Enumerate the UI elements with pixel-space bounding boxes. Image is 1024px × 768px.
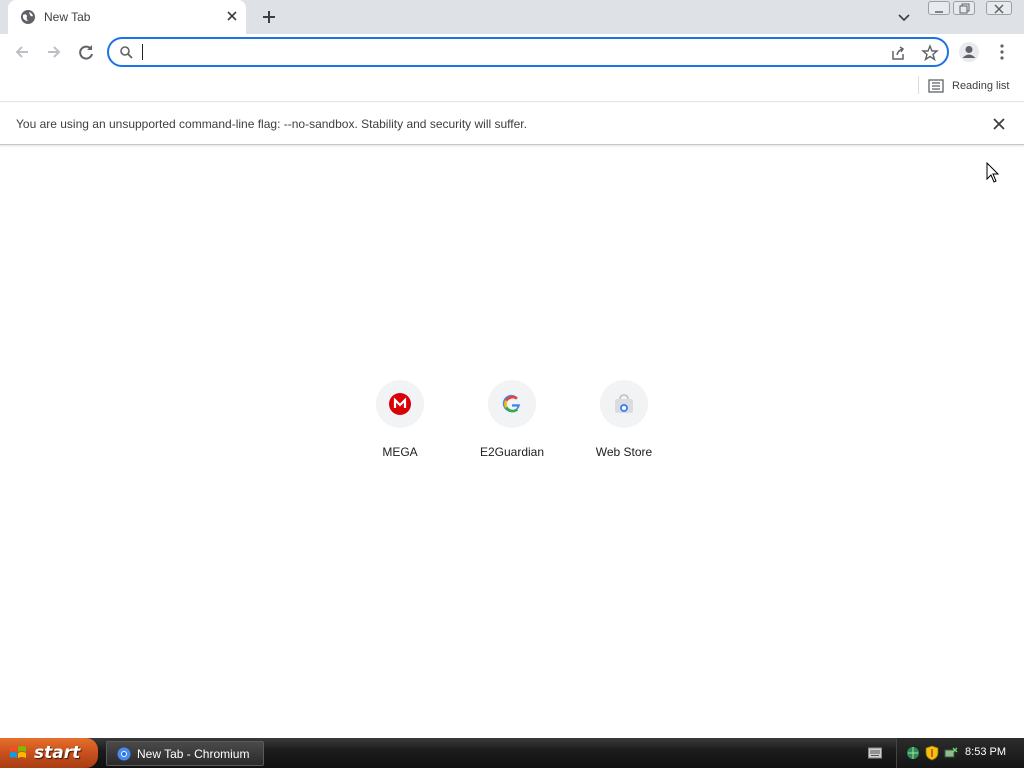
tab-strip: New Tab — [0, 0, 1024, 34]
share-icon[interactable] — [889, 44, 907, 62]
shortcut-label: MEGA — [382, 445, 418, 459]
shortcut-web-store[interactable]: Web Store — [568, 380, 680, 470]
chromium-icon — [117, 747, 131, 760]
taskbar-item-label: New Tab - Chromium — [137, 746, 250, 761]
back-icon[interactable] — [12, 42, 32, 62]
omnibox[interactable] — [107, 37, 949, 67]
close-tab-icon[interactable] — [224, 8, 240, 24]
bookmarks-bar: Reading list — [0, 70, 1024, 102]
bookmarks-separator — [918, 76, 919, 94]
tab-new-tab[interactable]: New Tab — [8, 0, 246, 34]
warning-infobar: You are using an unsupported command-lin… — [0, 103, 1024, 145]
shortcut-e2guardian[interactable]: E2Guardian — [456, 380, 568, 470]
bookmark-star-icon[interactable] — [921, 44, 939, 62]
web-store-icon — [615, 394, 633, 413]
forward-icon[interactable] — [44, 42, 64, 62]
security-shield-icon[interactable] — [925, 745, 939, 761]
tab-search-chevron-icon[interactable] — [896, 9, 912, 25]
address-input[interactable] — [141, 42, 871, 62]
minimize-icon — [935, 11, 943, 13]
keyboard-layout-icon[interactable] — [868, 747, 882, 759]
shortcut-icon-circle — [376, 380, 424, 428]
taskbar-clock: 8:53 PM — [965, 746, 1006, 758]
windows-logo-icon — [10, 746, 26, 758]
close-window-button[interactable] — [986, 1, 1012, 15]
connection-status-icon[interactable] — [943, 745, 959, 761]
restore-icon — [959, 3, 970, 14]
minimize-button[interactable] — [928, 1, 950, 15]
google-icon — [502, 394, 520, 413]
shortcut-icon-circle — [600, 380, 648, 428]
shortcut-icon-circle — [488, 380, 536, 428]
mouse-cursor-icon — [986, 162, 1000, 183]
reading-list-label: Reading list — [952, 80, 1010, 92]
shortcut-mega[interactable]: MEGA — [344, 380, 456, 470]
start-label: start — [34, 743, 81, 763]
reading-list-icon — [928, 79, 944, 93]
close-window-icon — [994, 4, 1004, 14]
taskbar-item-chromium[interactable]: New Tab - Chromium — [106, 741, 264, 766]
system-tray: 8:53 PM — [896, 738, 1024, 768]
shortcut-label: E2Guardian — [479, 445, 545, 459]
close-infobar-icon[interactable] — [991, 116, 1007, 132]
tab-title: New Tab — [44, 10, 91, 24]
infobar-message: You are using an unsupported command-lin… — [16, 117, 527, 131]
search-icon — [120, 46, 133, 59]
reload-icon[interactable] — [76, 42, 96, 62]
start-button[interactable]: start — [0, 738, 98, 768]
mega-icon — [389, 393, 411, 415]
taskbar: start New Tab - Chromium 8:53 PM — [0, 738, 1024, 768]
profile-avatar-icon[interactable] — [958, 41, 980, 63]
shortcut-label: Web Store — [595, 445, 653, 459]
toolbar — [0, 34, 1024, 70]
more-menu-icon[interactable] — [994, 42, 1010, 62]
globe-icon — [21, 10, 35, 24]
network-icon[interactable] — [905, 745, 921, 761]
reading-list-button[interactable]: Reading list — [928, 76, 1009, 96]
text-caret — [142, 44, 143, 60]
restore-button[interactable] — [953, 1, 975, 15]
new-tab-button[interactable] — [258, 6, 280, 28]
